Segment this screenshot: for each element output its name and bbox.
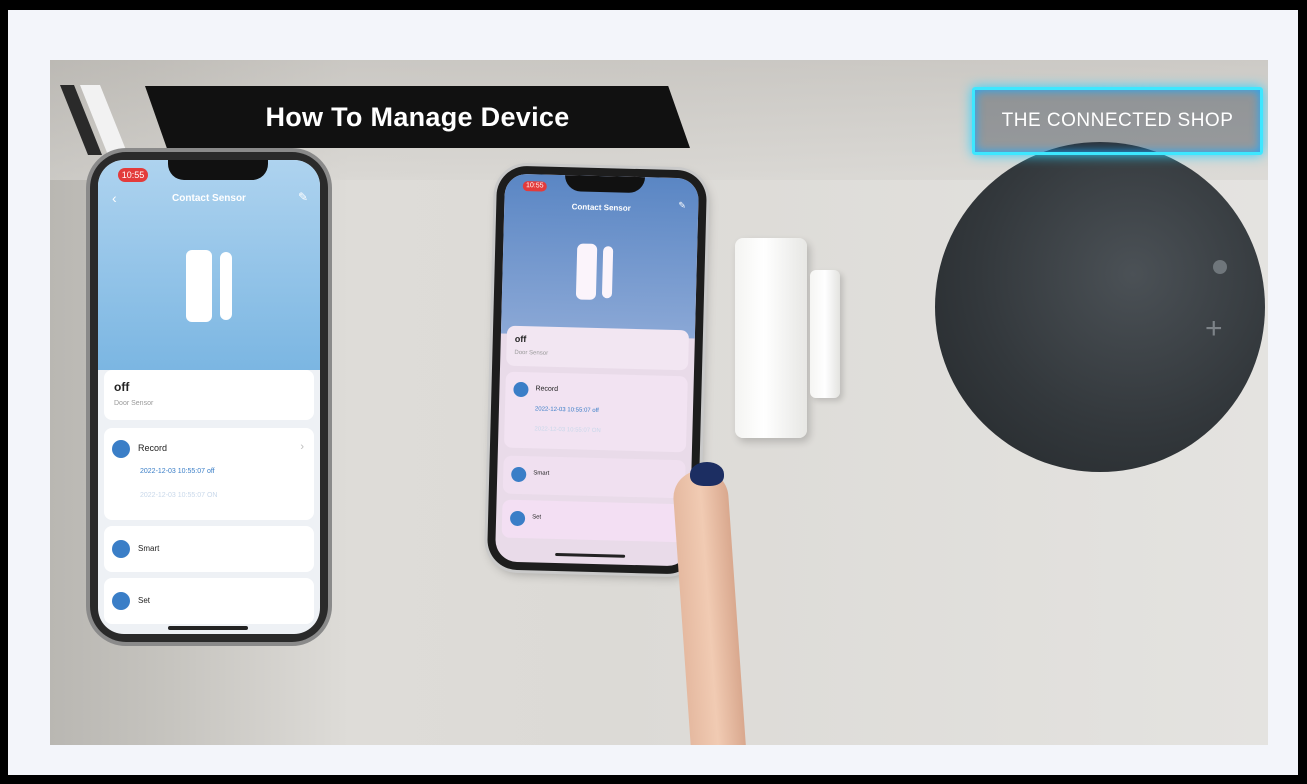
sensor-magnet-icon <box>601 246 614 299</box>
left-phone: 10:55 ‹ Contact Sensor ✎ off Door Sensor… <box>90 152 328 642</box>
record-entry: 2022-12-03 10:55:07 off <box>140 468 215 475</box>
state-text: off <box>114 380 130 394</box>
record-entry: 2022-12-03 10:55:07 off <box>534 406 599 415</box>
record-card[interactable]: Record 2022-12-03 10:55:07 off 2022-12-0… <box>503 371 688 453</box>
notch <box>168 160 268 180</box>
status-time: 10:55 <box>118 168 148 182</box>
record-label: Record <box>138 443 168 453</box>
action-button-icon <box>1213 260 1227 274</box>
smart-speaker: + <box>935 142 1265 472</box>
record-card[interactable]: Record › 2022-12-03 10:55:07 off 2022-12… <box>104 428 314 520</box>
device-type: Door Sensor <box>114 400 154 407</box>
sensor-body-icon <box>575 243 598 300</box>
record-entry: 2022-12-03 10:55:07 ON <box>140 492 218 499</box>
back-icon[interactable]: ‹ <box>112 190 117 206</box>
notch <box>564 175 646 194</box>
smart-row[interactable]: Smart <box>104 526 314 572</box>
home-indicator <box>555 552 626 558</box>
decorative-stripes <box>60 85 128 155</box>
state-text: off <box>514 333 527 345</box>
record-entry: 2022-12-03 10:55:07 ON <box>534 426 601 435</box>
sensor-body-icon <box>186 250 212 322</box>
door-sensor-device <box>735 238 807 438</box>
record-label: Record <box>535 385 559 393</box>
video-scene: How To Manage Device 10:55 ‹ Contact Sen… <box>50 60 1268 745</box>
left-phone-screen: 10:55 ‹ Contact Sensor ✎ off Door Sensor… <box>98 160 320 634</box>
gear-icon <box>509 510 526 527</box>
door-sensor-magnet <box>810 270 840 398</box>
smart-row[interactable]: Smart <box>502 455 686 499</box>
set-label: Set <box>532 514 542 521</box>
state-card: off Door Sensor <box>506 325 690 371</box>
status-time: 10:55 <box>522 180 547 192</box>
set-row[interactable]: Set <box>104 578 314 624</box>
edit-icon[interactable]: ✎ <box>678 200 686 211</box>
state-card: off Door Sensor <box>104 370 314 420</box>
connected-shop-logo: THE CONNECTED SHOP <box>972 87 1263 155</box>
logo-name: THE CONNECTED SHOP <box>1001 110 1234 131</box>
edit-icon[interactable]: ✎ <box>298 190 308 204</box>
home-indicator <box>168 626 248 630</box>
set-label: Set <box>138 596 151 605</box>
smart-toggle-icon <box>511 466 527 483</box>
gear-icon <box>112 592 130 610</box>
app-title: Contact Sensor <box>172 193 246 204</box>
header-area <box>500 173 700 339</box>
smart-toggle-icon <box>112 540 130 558</box>
title-banner: How To Manage Device <box>145 86 690 148</box>
banner-title: How To Manage Device <box>265 101 570 132</box>
set-row[interactable]: Set <box>501 499 685 543</box>
smart-label: Smart <box>533 470 550 477</box>
clock-icon <box>513 381 529 398</box>
fingernail <box>690 462 724 486</box>
finger <box>671 468 748 745</box>
center-phone-screen: 10:55 Contact Sensor ✎ off Door Sensor R… <box>494 173 700 567</box>
chevron-right-icon: › <box>300 441 304 453</box>
smart-label: Smart <box>138 544 160 553</box>
clock-icon <box>112 440 130 458</box>
device-type: Door Sensor <box>514 349 549 357</box>
plus-icon: + <box>1205 312 1223 345</box>
sensor-magnet-icon <box>220 252 232 320</box>
